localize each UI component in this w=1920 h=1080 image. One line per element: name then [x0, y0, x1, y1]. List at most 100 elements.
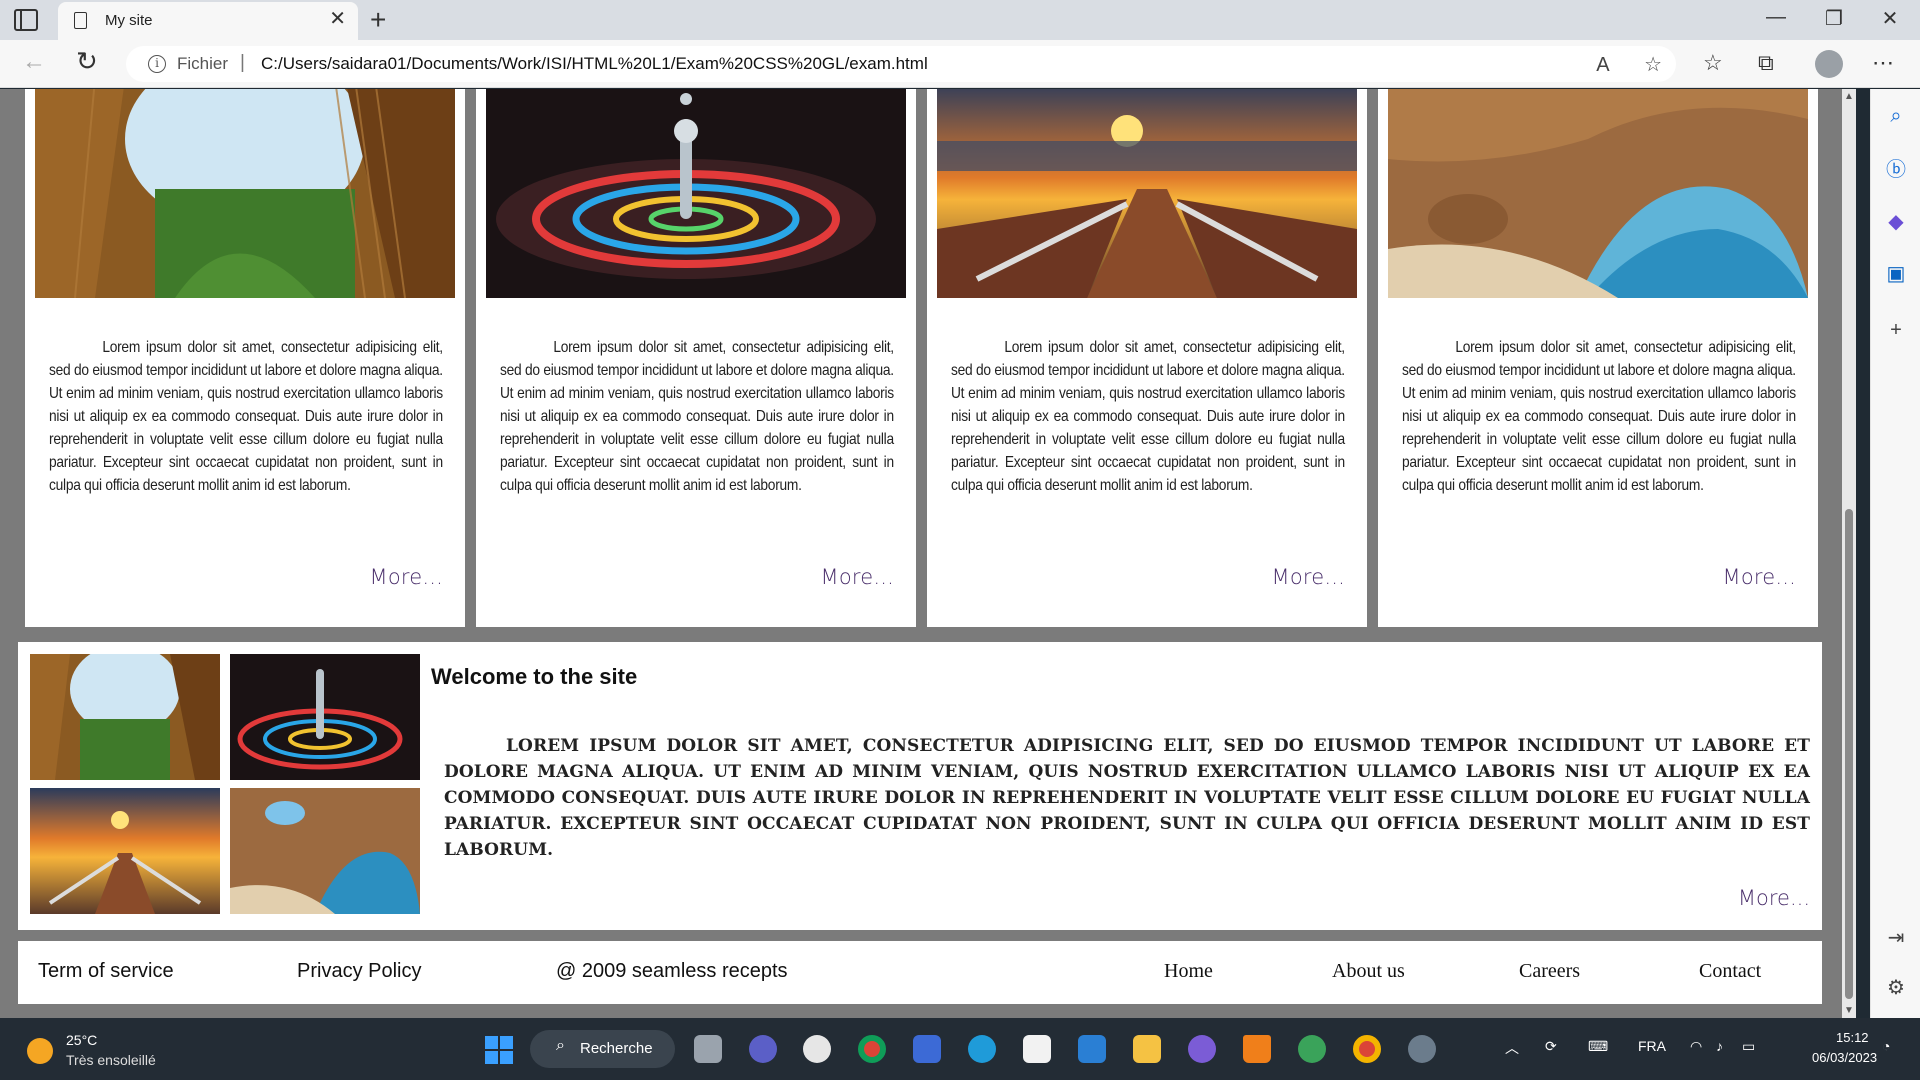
- card-paragraph: Lorem ipsum dolor sit amet, consectetur …: [1402, 339, 1796, 494]
- weather-temperature[interactable]: 25°C: [66, 1032, 97, 1048]
- tab-strip: My site ✕ + — ❐ ✕: [0, 0, 1920, 40]
- reload-icon[interactable]: ↻: [76, 46, 98, 77]
- scroll-thumb[interactable]: [1845, 509, 1853, 999]
- game-icon[interactable]: [803, 1035, 831, 1063]
- profile-avatar[interactable]: [1815, 50, 1843, 78]
- footer-link-privacy[interactable]: Privacy Policy: [297, 960, 421, 983]
- keyboard-icon[interactable]: ⌨: [1588, 1038, 1608, 1055]
- shopping-icon[interactable]: ◆: [1883, 209, 1909, 235]
- windows-start-icon[interactable]: [485, 1036, 513, 1064]
- water-drop-image: [486, 89, 906, 298]
- sync-icon[interactable]: ⟳: [1545, 1038, 1557, 1055]
- chrome-icon[interactable]: [858, 1035, 886, 1063]
- sidebar-hide-icon[interactable]: ⇥: [1883, 925, 1909, 951]
- scroll-down-arrow-icon[interactable]: ▼: [1844, 1005, 1854, 1016]
- close-tab-icon[interactable]: ✕: [329, 9, 346, 29]
- search-icon: ⌕: [556, 1037, 565, 1054]
- sea-cave-image: [1388, 89, 1808, 298]
- footer-copyright: @ 2009 seamless recepts: [556, 960, 788, 982]
- volume-icon[interactable]: ♪: [1716, 1038, 1723, 1054]
- site-footer: Term of service Privacy Policy @ 2009 se…: [18, 941, 1822, 1004]
- cave-forest-thumbnail: [30, 654, 220, 780]
- minimize-icon[interactable]: —: [1756, 6, 1796, 29]
- mail-icon[interactable]: [1078, 1035, 1106, 1063]
- vlc-icon[interactable]: [1243, 1035, 1271, 1063]
- language-indicator[interactable]: FRA: [1638, 1038, 1666, 1054]
- footer-link-about[interactable]: About us: [1332, 960, 1405, 983]
- outlook-icon[interactable]: ▣: [1883, 261, 1909, 287]
- new-tab-icon[interactable]: +: [370, 4, 386, 36]
- content-card: Lorem ipsum dolor sit amet, consectetur …: [476, 89, 916, 627]
- card-paragraph: Lorem ipsum dolor sit amet, consectetur …: [951, 339, 1345, 494]
- settings-gear-icon[interactable]: [1408, 1035, 1436, 1063]
- page-scrollbar[interactable]: ▲ ▼: [1842, 89, 1856, 1018]
- info-icon[interactable]: i: [148, 55, 166, 73]
- address-bar[interactable]: i Fichier | C:/Users/saidara01/Documents…: [126, 46, 1676, 82]
- clock-date[interactable]: 06/03/2023: [1812, 1050, 1877, 1065]
- tray-chevron-up-icon[interactable]: ︿: [1505, 1038, 1519, 1058]
- collections-icon[interactable]: ⧉: [1758, 50, 1774, 76]
- task-view-icon[interactable]: [694, 1035, 722, 1063]
- notification-icon[interactable]: ◔: [1882, 1038, 1890, 1054]
- footer-link-contact[interactable]: Contact: [1699, 960, 1761, 983]
- search-icon[interactable]: ⌕: [1883, 103, 1909, 129]
- footer-link-home[interactable]: Home: [1164, 960, 1213, 983]
- page-icon: [74, 12, 87, 29]
- window-close-icon[interactable]: ✕: [1870, 6, 1910, 31]
- more-link[interactable]: More...: [1738, 886, 1810, 910]
- sunset-boardwalk-image: [937, 89, 1357, 298]
- footer-link-careers[interactable]: Careers: [1519, 960, 1580, 983]
- sea-cave-thumbnail: [230, 788, 420, 914]
- footer-link-terms[interactable]: Term of service: [38, 960, 174, 983]
- clock-time[interactable]: 15:12: [1836, 1030, 1869, 1045]
- file-explorer-icon[interactable]: [1133, 1035, 1161, 1063]
- more-link[interactable]: More...: [1272, 565, 1346, 589]
- add-icon[interactable]: +: [1883, 317, 1909, 343]
- content-card: Lorem ipsum dolor sit amet, consectetur …: [1378, 89, 1818, 627]
- battery-icon[interactable]: ▭: [1742, 1038, 1755, 1055]
- more-menu-icon[interactable]: ⋯: [1872, 50, 1894, 76]
- edge-sidebar: ⌕ ⓑ ◆ ▣ + ⇥ ⚙: [1870, 89, 1920, 1018]
- chrome-profile-icon[interactable]: [1353, 1035, 1381, 1063]
- restore-icon[interactable]: ❐: [1814, 6, 1854, 31]
- back-arrow-icon[interactable]: ←: [22, 48, 46, 76]
- welcome-title: Welcome to the site: [431, 664, 638, 689]
- weather-description[interactable]: Très ensoleillé: [66, 1052, 156, 1068]
- windows-taskbar: 25°C Très ensoleillé ⌕ Recherche ︿ ⟳ ⌨ F…: [0, 1018, 1920, 1080]
- taskbar-search-label: Recherche: [580, 1040, 653, 1057]
- teams-chat-icon[interactable]: [749, 1035, 777, 1063]
- read-aloud-icon[interactable]: A: [1596, 54, 1608, 76]
- card-paragraph: Lorem ipsum dolor sit amet, consectetur …: [49, 339, 443, 494]
- sunset-boardwalk-thumbnail: [30, 788, 220, 914]
- wifi-icon[interactable]: ◠: [1690, 1038, 1702, 1055]
- edge-browser-icon[interactable]: [968, 1035, 996, 1063]
- more-link[interactable]: More...: [1723, 565, 1797, 589]
- tab-actions-icon[interactable]: [14, 9, 38, 31]
- welcome-section: Welcome to the site Lorem ipsum dolor si…: [18, 642, 1822, 930]
- browser-tab[interactable]: My site ✕: [58, 2, 358, 40]
- content-card: Lorem ipsum dolor sit amet, consectetur …: [25, 89, 465, 627]
- settings-gear-icon[interactable]: ⚙: [1883, 975, 1909, 1001]
- welcome-paragraph: Lorem ipsum dolor sit amet, consectetur …: [444, 736, 1810, 860]
- copilot-icon[interactable]: ⓑ: [1883, 157, 1909, 183]
- media-player-icon[interactable]: [1188, 1035, 1216, 1063]
- scroll-up-arrow-icon[interactable]: ▲: [1844, 91, 1854, 102]
- remote-desktop-icon[interactable]: [913, 1035, 941, 1063]
- favorites-icon[interactable]: ☆: [1703, 50, 1723, 76]
- favorite-add-icon[interactable]: ☆: [1644, 54, 1662, 76]
- cave-forest-image: [35, 89, 455, 298]
- microsoft-store-icon[interactable]: [1023, 1035, 1051, 1063]
- weather-sun-icon[interactable]: [27, 1038, 53, 1064]
- more-link[interactable]: More...: [821, 565, 895, 589]
- taskbar-search[interactable]: ⌕ Recherche: [530, 1030, 675, 1068]
- more-link[interactable]: More...: [370, 565, 444, 589]
- address-separator: |: [240, 52, 245, 73]
- tab-title: My site: [105, 12, 153, 29]
- address-url[interactable]: C:/Users/saidara01/Documents/Work/ISI/HT…: [261, 54, 928, 74]
- address-scheme-label: Fichier: [177, 54, 229, 73]
- network-globe-icon[interactable]: [1298, 1035, 1326, 1063]
- page-viewport: Lorem ipsum dolor sit amet, consectetur …: [0, 89, 1856, 1018]
- browser-toolbar: ← ↻ i Fichier | C:/Users/saidara01/Docum…: [0, 40, 1920, 88]
- water-drop-thumbnail: [230, 654, 420, 780]
- card-paragraph: Lorem ipsum dolor sit amet, consectetur …: [500, 339, 894, 494]
